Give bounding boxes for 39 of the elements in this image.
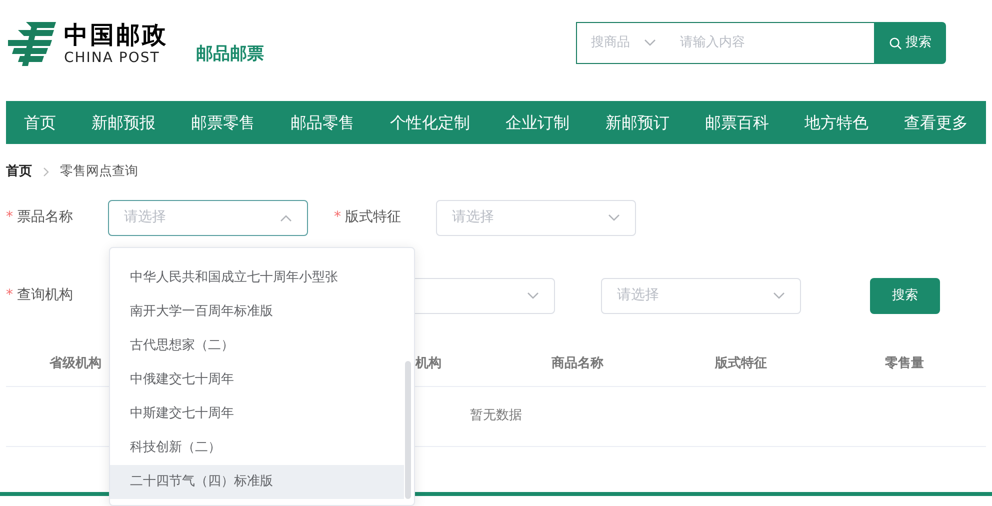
brand-name: 中国邮政 [64,20,168,49]
search-icon [888,36,902,50]
search-button[interactable]: 搜索 [874,22,946,64]
chevron-down-icon [527,292,539,300]
brand-english-name: CHINA POST [64,48,161,67]
chevron-down-icon [644,39,656,47]
breadcrumb-item[interactable]: 零售网点查询 [60,162,138,182]
nav-link[interactable]: 邮品零售 [290,110,355,134]
chevron-down-icon [773,292,785,300]
nav-link[interactable]: 邮票零售 [191,110,256,134]
query-button[interactable]: 搜索 [870,278,940,314]
field-label: 查询机构 [17,286,73,305]
scrollbar-thumb[interactable] [405,361,411,499]
field-label: 版式特征 [345,208,401,227]
field-label: 票品名称 [17,208,73,227]
column-header: 机构 [414,354,443,373]
chevron-right-icon [42,166,50,177]
column-header: 商品名称 [550,354,605,373]
empty-message: 暂无数据 [470,407,522,426]
nav-link[interactable]: 新邮预订 [605,110,670,134]
required-asterisk: * [6,286,13,305]
nav-link[interactable]: 地方特色 [804,110,868,134]
nav-link[interactable]: 首页 [24,110,56,134]
breadcrumb-item[interactable]: 首页 [6,162,32,182]
logo-icon [8,22,56,66]
chevron-down-icon [608,214,620,222]
required-asterisk: * [334,208,341,227]
chevron-up-icon [280,214,292,222]
column-header: 省级机构 [48,354,103,373]
required-asterisk: * [6,208,13,227]
column-header: 版式特征 [714,354,768,373]
section-title: 邮品邮票 [196,43,264,66]
nav-link[interactable]: 个性化定制 [390,110,470,134]
nav-link[interactable]: 邮票百科 [704,110,769,134]
nav-link[interactable]: 新邮预报 [92,110,156,134]
nav-link[interactable]: 企业订制 [506,110,570,134]
dropdown-option[interactable]: 二十四节气（四）标准版 [110,465,404,499]
column-header: 零售量 [884,354,925,373]
nav-link[interactable]: 查看更多 [904,110,968,134]
